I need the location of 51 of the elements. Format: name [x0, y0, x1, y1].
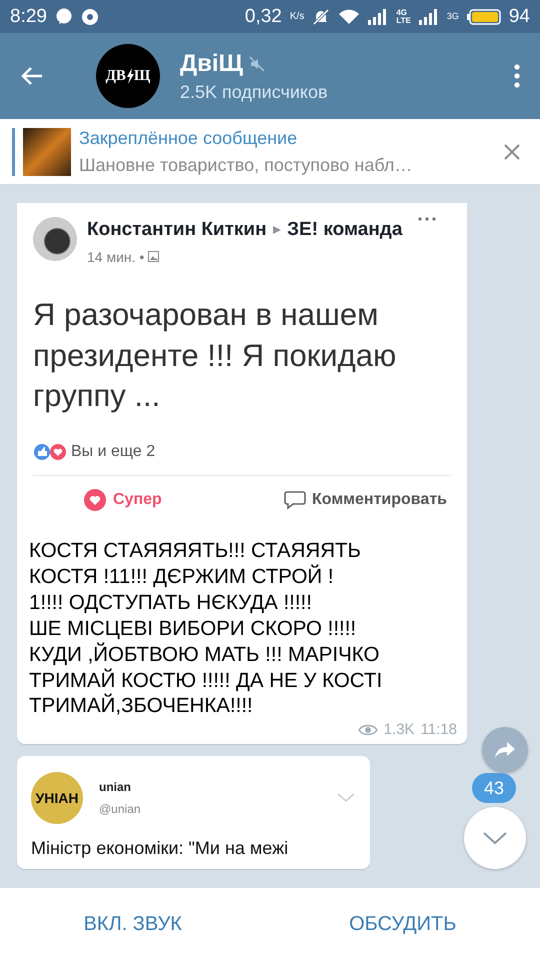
- logo-text: ДВ: [106, 68, 126, 84]
- chevron-down-icon: [336, 793, 356, 804]
- back-arrow-icon: [20, 66, 44, 86]
- speed-unit: K/s: [290, 12, 304, 22]
- channel-title: ДвіЩ: [180, 50, 243, 78]
- more-vertical-icon: [514, 64, 520, 88]
- share-arrow-icon: [494, 741, 516, 759]
- signal-icon: [368, 8, 388, 24]
- message-time: 11:18: [420, 721, 457, 738]
- network-type: LTE: [396, 16, 411, 24]
- speech-bubble-icon: [284, 490, 306, 510]
- account-name: unian: [99, 780, 132, 794]
- tweet-text: Міністр економіки: "Ми на межі: [31, 838, 290, 860]
- close-icon: [504, 144, 520, 160]
- more-icon: [417, 217, 437, 221]
- message-text: КОСТЯ СТАЯЯЯЯТЬ!!! СТАЯЯЯТЬ КОСТЯ !11!!! ДЄРЖИМ СТРОЙ ! 1!!!! ОДСТУПАТЬ НЄКУДА !!!!! ШЕ МІСЦЕВІ ВИБОРИ СКОРО !!!!! КУДИ ,ЙОБТВОЮ МАТЬ !!! МАРІЧКО ТРИМАЙ КОСТЮ !!!!! ДА НЕ У КОСТІ ТРИМАЙ,ЗБОЧЕНКА!!!!: [28, 538, 384, 720]
- pinned-title: Закреплённое сообщение: [79, 128, 298, 148]
- wifi-icon: [338, 8, 360, 24]
- muted-bell-icon: [312, 8, 330, 26]
- battery-icon: [466, 8, 501, 24]
- avatar-photo-placeholder: [33, 217, 77, 261]
- discuss-button[interactable]: ОБСУДИТЬ: [329, 902, 476, 946]
- forward-button[interactable]: [482, 727, 528, 773]
- logo-text: Щ: [134, 68, 150, 84]
- network-speed: 0,32: [244, 7, 282, 26]
- signal-icon: [418, 8, 439, 24]
- photo-placeholder: [23, 128, 71, 176]
- clock: 8:29: [10, 7, 47, 26]
- post-author: Константин Киткин ЗЕ! команда: [87, 219, 402, 240]
- reactions-icon: [33, 443, 67, 462]
- love-reaction: Супер: [83, 488, 162, 512]
- eye-icon: [358, 724, 378, 736]
- lightning-icon: [126, 68, 134, 84]
- pinned-text: Шановне товариство, поступово набл…: [79, 154, 414, 176]
- view-count: 1.3K: [384, 721, 415, 738]
- unmute-button[interactable]: ВКЛ. ЗВУК: [64, 902, 202, 946]
- news-logo: УНІАН: [31, 772, 83, 824]
- post-time: 14 мин. •: [87, 248, 144, 265]
- triangle-icon: [272, 225, 282, 235]
- reactions-count: Вы и еще 2: [71, 443, 156, 462]
- battery-percent: 94: [508, 7, 530, 26]
- comment-action: Комментировать: [284, 490, 447, 510]
- chevron-down-icon: [482, 831, 508, 845]
- post-text: Я разочарован в нашем президенте !!! Я покидаю группу ...: [33, 296, 398, 416]
- network-type: 3G: [446, 12, 459, 21]
- network-type: 4G: [396, 8, 408, 16]
- pinned-message-bar[interactable]: Закреплённое сообщение Шановне товариство, поступово набл…: [0, 119, 540, 185]
- subscriber-count: 2.5K подписчиков: [180, 82, 329, 102]
- photo-icon: [148, 251, 160, 262]
- account-handle: @unian: [99, 802, 142, 816]
- unread-count-badge: 43: [472, 773, 516, 803]
